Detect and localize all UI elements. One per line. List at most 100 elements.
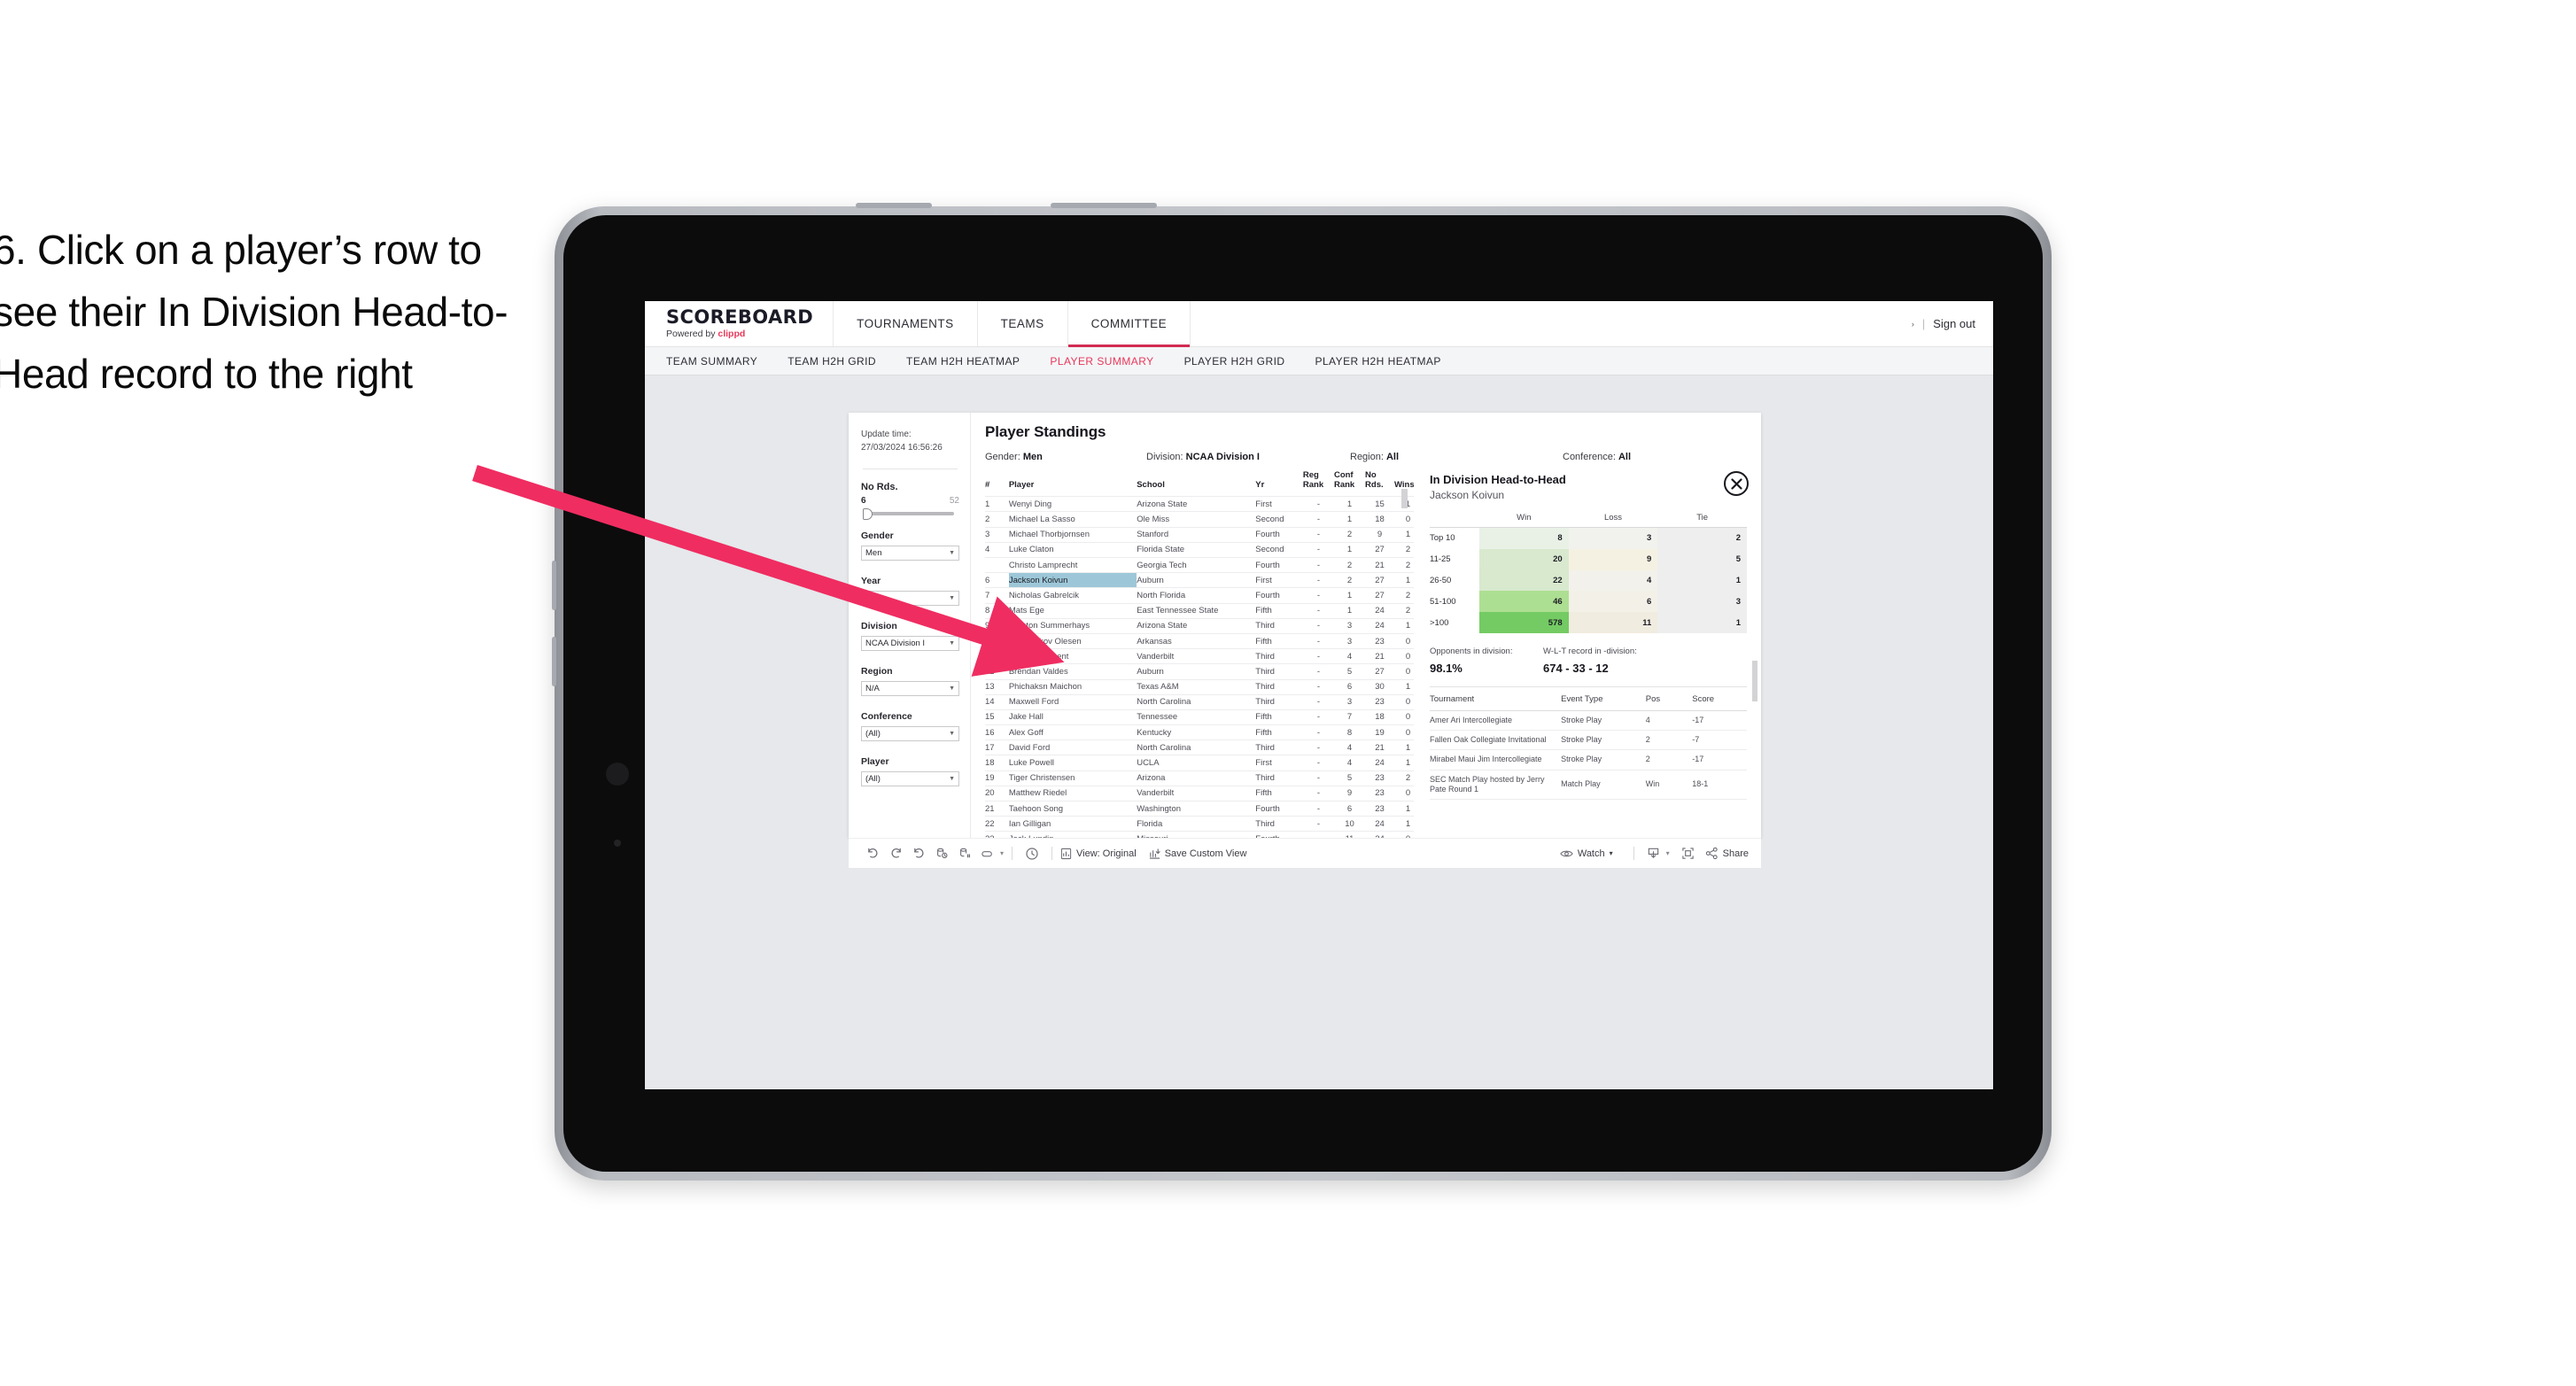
table-row[interactable]: 11 Gordon Sargent Vanderbilt Third -4 21 0 xyxy=(985,648,1414,664)
standings-cell-wins: 1 xyxy=(1394,800,1414,817)
table-row[interactable]: 6 Jackson Koivun Auburn First -2 27 1 xyxy=(985,572,1414,588)
h2h-row-label: >100 xyxy=(1430,617,1449,628)
history-icon[interactable] xyxy=(1020,845,1044,863)
volume-up-button[interactable] xyxy=(552,561,556,610)
chevron-down-icon: ▼ xyxy=(949,776,955,782)
slider-handle[interactable] xyxy=(863,507,873,520)
filter-player-label: Player xyxy=(861,756,889,767)
volume-down-button[interactable] xyxy=(552,637,556,686)
standings-cell-conf-rank: 3 xyxy=(1333,632,1366,649)
h2h-row: 26-50 22 4 1 xyxy=(1430,569,1747,592)
pause-updates-icon[interactable] xyxy=(953,845,976,863)
view-original-button[interactable]: View: Original xyxy=(1060,848,1137,860)
share-button[interactable]: Share xyxy=(1705,847,1749,860)
table-row[interactable]: 13 Phichaksn Maichon Texas A&M Third -6 30 1 xyxy=(985,678,1414,695)
tab-team-h2h-heatmap[interactable]: TEAM H2H HEATMAP xyxy=(906,355,1020,368)
table-row[interactable]: Christo Lamprecht Georgia Tech Fourth -2 21 2 xyxy=(985,556,1414,573)
standings-cell-player: Jack Lundin xyxy=(1008,831,1137,838)
standings-cell-no-rds: 27 xyxy=(1365,587,1395,604)
standings-cell-player: Christo Lamprecht xyxy=(1008,556,1137,573)
watch-button[interactable]: Watch ▾ xyxy=(1560,848,1613,859)
table-row[interactable]: 7 Nicholas Gabrelcik North Florida Fourth -1… xyxy=(985,587,1414,604)
revert-icon[interactable] xyxy=(907,845,930,863)
h2h-header-row: Win Loss Tie xyxy=(1430,513,1747,528)
h2h-cell-win: 22 xyxy=(1479,569,1569,592)
standings-cell-reg-rank: - xyxy=(1302,816,1334,832)
slider-max-value: 52 xyxy=(949,496,959,506)
table-row[interactable]: 4 Luke Claton Florida State Second -1 27 2 xyxy=(985,541,1414,558)
table-row[interactable]: 9 Preston Summerhays Arizona State Third -3 2… xyxy=(985,617,1414,634)
nav-teams[interactable]: TEAMS xyxy=(976,301,1067,346)
filter-gender-select[interactable]: Men ▼ xyxy=(861,546,959,561)
fullscreen-icon[interactable] xyxy=(1677,845,1700,863)
refresh-data-icon[interactable] xyxy=(930,845,953,863)
table-row[interactable]: 14 Maxwell Ford North Carolina Third -3 23 0 xyxy=(985,693,1414,710)
undo-icon[interactable] xyxy=(861,845,884,863)
no-rounds-slider[interactable] xyxy=(863,507,954,520)
standings-cell-no-rds: 19 xyxy=(1365,724,1395,740)
tournament-scrollbar[interactable] xyxy=(1752,661,1757,701)
sign-out-button[interactable]: Sign out xyxy=(1933,317,1975,330)
table-row[interactable]: 21 Taehoon Song Washington Fourth -6 23 1 xyxy=(985,800,1414,817)
standings-cell-no-rds: 21 xyxy=(1365,648,1395,664)
tournament-row[interactable]: Mirabel Maui Jim Intercollegiate Stroke P… xyxy=(1430,749,1747,770)
chevron-right-icon[interactable]: › xyxy=(1912,320,1914,329)
redo-icon[interactable] xyxy=(884,845,907,863)
panel-body: # Player School Yr Reg Rank Conf Rank No Rd… xyxy=(971,462,1761,838)
standings-cell-rank: 19 xyxy=(985,770,1009,786)
brand-logo[interactable]: SCOREBOARD Powered by clippd xyxy=(645,301,833,346)
tab-team-summary[interactable]: TEAM SUMMARY xyxy=(666,355,757,368)
standings-cell-no-rds: 23 xyxy=(1365,800,1395,817)
standings-cell-year: Third xyxy=(1255,816,1303,832)
save-custom-view-button[interactable]: Save Custom View xyxy=(1149,848,1246,860)
filter-year-select[interactable]: (All) ▼ xyxy=(861,591,959,606)
tab-player-h2h-grid[interactable]: PLAYER H2H GRID xyxy=(1184,355,1285,368)
table-row[interactable]: 3 Michael Thorbjornsen Stanford Fourth -2 9 1 xyxy=(985,526,1414,543)
meta-conference-label: Conference: xyxy=(1563,452,1618,462)
filter-player-select[interactable]: (All) ▼ xyxy=(861,771,959,786)
tab-player-summary[interactable]: PLAYER SUMMARY xyxy=(1050,355,1153,368)
tournament-row[interactable]: Amer Ari Intercollegiate Stroke Play 4 -17 xyxy=(1430,710,1747,732)
nav-tournaments[interactable]: TOURNAMENTS xyxy=(833,301,977,346)
meta-region: Region: All xyxy=(1350,452,1563,462)
standings-cell-wins: 0 xyxy=(1394,724,1414,740)
table-row[interactable]: 18 Luke Powell UCLA First -4 24 1 xyxy=(985,755,1414,771)
standings-cell-year: Fifth xyxy=(1255,708,1303,725)
table-row[interactable]: 8 Mats Ege East Tennessee State Fifth -1 24 2 xyxy=(985,602,1414,619)
table-row[interactable]: 19 Tiger Christensen Arizona Third -5 23 2 xyxy=(985,770,1414,786)
table-row[interactable]: 1 Wenyi Ding Arizona State First -1 15 1 xyxy=(985,496,1414,512)
tab-team-h2h-grid[interactable]: TEAM H2H GRID xyxy=(788,355,876,368)
tab-player-h2h-heatmap[interactable]: PLAYER H2H HEATMAP xyxy=(1315,355,1440,368)
table-row[interactable]: 22 Ian Gilligan Florida Third -10 24 1 xyxy=(985,816,1414,832)
nav-committee[interactable]: COMMITTEE xyxy=(1067,301,1191,347)
table-row[interactable]: 2 Michael La Sasso Ole Miss Second -1 18 0 xyxy=(985,511,1414,528)
filter-region-select[interactable]: N/A ▼ xyxy=(861,681,959,696)
standings-cell-reg-rank: - xyxy=(1302,572,1334,588)
tournament-row[interactable]: Fallen Oak Collegiate Invitational Stroke… xyxy=(1430,730,1747,751)
close-icon[interactable] xyxy=(1724,471,1749,496)
chevron-down-icon[interactable]: ▾ xyxy=(1000,849,1004,857)
filter-conference-select[interactable]: (All) ▼ xyxy=(861,726,959,741)
standings-cell-rank: 11 xyxy=(985,648,1009,664)
standings-cell-school: Vanderbilt xyxy=(1137,785,1256,801)
zoom-tool-icon[interactable] xyxy=(976,845,999,863)
table-row[interactable]: 12 Brendan Valdes Auburn Third -5 27 0 xyxy=(985,663,1414,679)
power-button[interactable] xyxy=(856,203,932,208)
update-time-value: 27/03/2024 16:56:26 xyxy=(861,442,943,453)
vertical-scrollbar[interactable] xyxy=(1401,489,1408,508)
table-row[interactable]: 15 Jake Hall Tennessee Fifth -7 18 0 xyxy=(985,708,1414,725)
standings-cell-school: Tennessee xyxy=(1137,708,1256,725)
table-row[interactable]: 10 Jacob Skov Olesen Arkansas Fifth -3 23 0 xyxy=(985,632,1414,649)
table-row[interactable]: 16 Alex Goff Kentucky Fifth -8 19 0 xyxy=(985,724,1414,740)
standings-header-row: # Player School Yr Reg Rank Conf Rank No Rd… xyxy=(985,471,1414,497)
table-row[interactable]: 23Jack LundinMissouriFourth-11240 xyxy=(985,831,1414,838)
filter-division-select[interactable]: NCAA Division I ▼ xyxy=(861,636,959,651)
filter-year: Year (All) ▼ xyxy=(861,576,959,606)
table-row[interactable]: 20 Matthew Riedel Vanderbilt Fifth -9 23 0 xyxy=(985,785,1414,801)
download-icon[interactable] xyxy=(1642,845,1665,863)
table-row[interactable]: 17 David Ford North Carolina Third -4 21 1 xyxy=(985,739,1414,755)
standings-cell-school: North Florida xyxy=(1137,587,1256,604)
dashboard-canvas: Update time: 27/03/2024 16:56:26 No Rds.… xyxy=(645,376,1993,1088)
chevron-down-icon[interactable]: ▾ xyxy=(1666,849,1670,857)
tournament-row[interactable]: SEC Match Play hosted by Jerry Pate Roun… xyxy=(1430,770,1747,801)
